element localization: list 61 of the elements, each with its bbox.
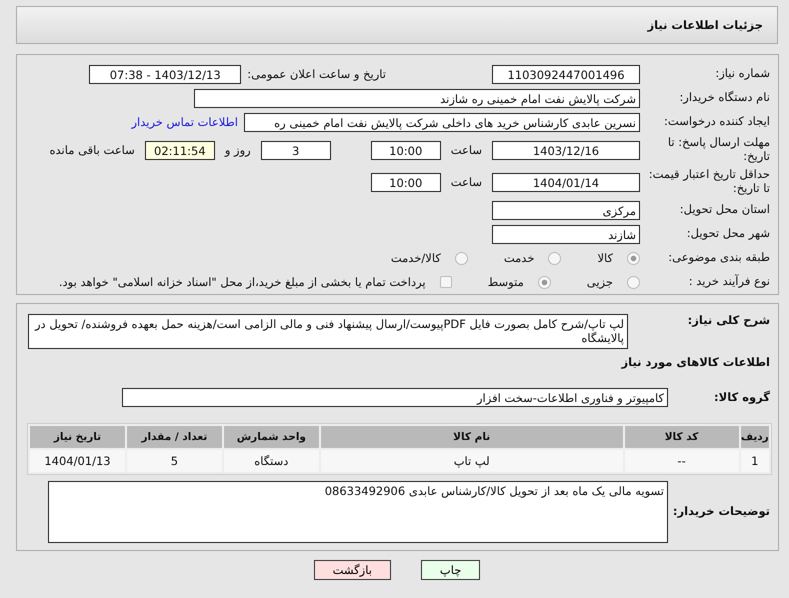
print-button[interactable]: چاپ: [420, 560, 480, 580]
text-field[interactable]: 1403/12/13 - 07:38: [89, 64, 242, 84]
text-field[interactable]: کامپیوتر و فناوری اطلاعات-سخت افزار: [122, 388, 668, 408]
checkbox[interactable]: [440, 276, 452, 288]
notes-box[interactable]: تسویه مالی یک ماه بعد از تحویل کالا/کارشناس عابدی 08633492906: [48, 480, 668, 543]
field-label: نوع فرآیند خرید :: [688, 275, 771, 289]
column-header: کد کالا: [624, 426, 739, 448]
page-title: جزئیات اطلاعات نیاز: [647, 18, 763, 32]
time-field[interactable]: 10:00: [370, 172, 441, 192]
table-cell: 5: [126, 450, 222, 472]
radio-button[interactable]: [454, 252, 468, 264]
field-label: ساعت: [450, 175, 483, 189]
radio-button[interactable]: [538, 276, 551, 288]
column-header: تعداد / مقدار: [126, 426, 222, 448]
field-label: شهر محل تحویل:: [686, 227, 771, 241]
section-heading: اطلاعات کالاهای مورد نیاز: [620, 354, 771, 369]
table-cell: 1: [740, 450, 769, 472]
countdown-field: 02:11:54: [144, 140, 215, 160]
option-label: متوسط: [488, 275, 524, 289]
text-field[interactable]: شرکت پالایش نفت امام خمینی ره شازند: [194, 88, 640, 108]
field-label: ساعت: [450, 143, 483, 157]
radio-button[interactable]: [548, 252, 562, 264]
text-field[interactable]: 1103092447001496: [492, 64, 640, 84]
time-field[interactable]: 10:00: [370, 140, 441, 160]
table-cell: لپ تاپ: [320, 450, 623, 472]
field-label: شماره نیاز:: [714, 67, 771, 81]
contact-link[interactable]: اطلاعات تماس خریدار: [131, 115, 238, 129]
column-header: تاریخ نیاز: [30, 426, 125, 448]
radio-button[interactable]: [627, 252, 640, 264]
column-header: ردیف: [740, 426, 769, 448]
field-label: مهلت ارسال پاسخ: تا تاریخ:: [666, 136, 771, 164]
text-field[interactable]: شازند: [492, 224, 640, 244]
field-label: گروه کالا:: [713, 390, 771, 405]
field-label: نام دستگاه خریدار:: [678, 91, 771, 105]
text-field[interactable]: مرکزی: [492, 200, 640, 220]
days-field[interactable]: 3: [260, 140, 331, 160]
column-header: نام کالا: [320, 426, 623, 448]
option-label: پرداخت تمام یا بخشی از مبلغ خرید،از محل "اسناد خزانه اسلامی" خواهد بود.: [58, 275, 426, 289]
field-label: شرح کلی نیاز:: [686, 314, 771, 328]
date-field[interactable]: 1403/12/16: [492, 140, 640, 160]
field-label: تاریخ و ساعت اعلان عمومی:: [246, 67, 387, 81]
option-label: جزیی: [586, 275, 613, 289]
field-label: حداقل تاریخ اعتبار قیمت: تا تاریخ:: [648, 168, 771, 196]
table-cell: دستگاه: [224, 450, 319, 472]
field-label: طبقه بندی موضوعی:: [667, 251, 771, 265]
table-cell: --: [624, 450, 739, 472]
field-label: توضیحات خریدار:: [672, 504, 771, 519]
option-label: کالا/خدمت: [390, 251, 441, 265]
field-label: روز و: [223, 143, 252, 157]
field-label: استان محل تحویل:: [678, 203, 771, 217]
date-field[interactable]: 1404/01/14: [492, 172, 640, 192]
radio-button[interactable]: [627, 276, 640, 288]
table-cell: 1404/01/13: [30, 450, 125, 472]
field-label: ساعت باقی مانده: [48, 143, 136, 157]
text-field[interactable]: نسرین عابدی کارشناس خرید های داخلی شرکت پالایش نفت امام خمینی ره: [244, 112, 640, 132]
back-button[interactable]: بازگشت: [314, 560, 391, 580]
option-label: کالا: [597, 251, 613, 265]
option-label: خدمت: [504, 251, 534, 265]
description-box[interactable]: لپ تاپ/شرح کامل بصورت فایل PDFپیوست/ارسال پیشنهاد فنی و مالی الزامی است/هزینه حمل بعهده فروشنده/ تحویل در پالایشگاه: [28, 314, 628, 349]
field-label: ایجاد کننده درخواست:: [663, 115, 771, 129]
column-header: واحد شمارش: [224, 426, 319, 448]
